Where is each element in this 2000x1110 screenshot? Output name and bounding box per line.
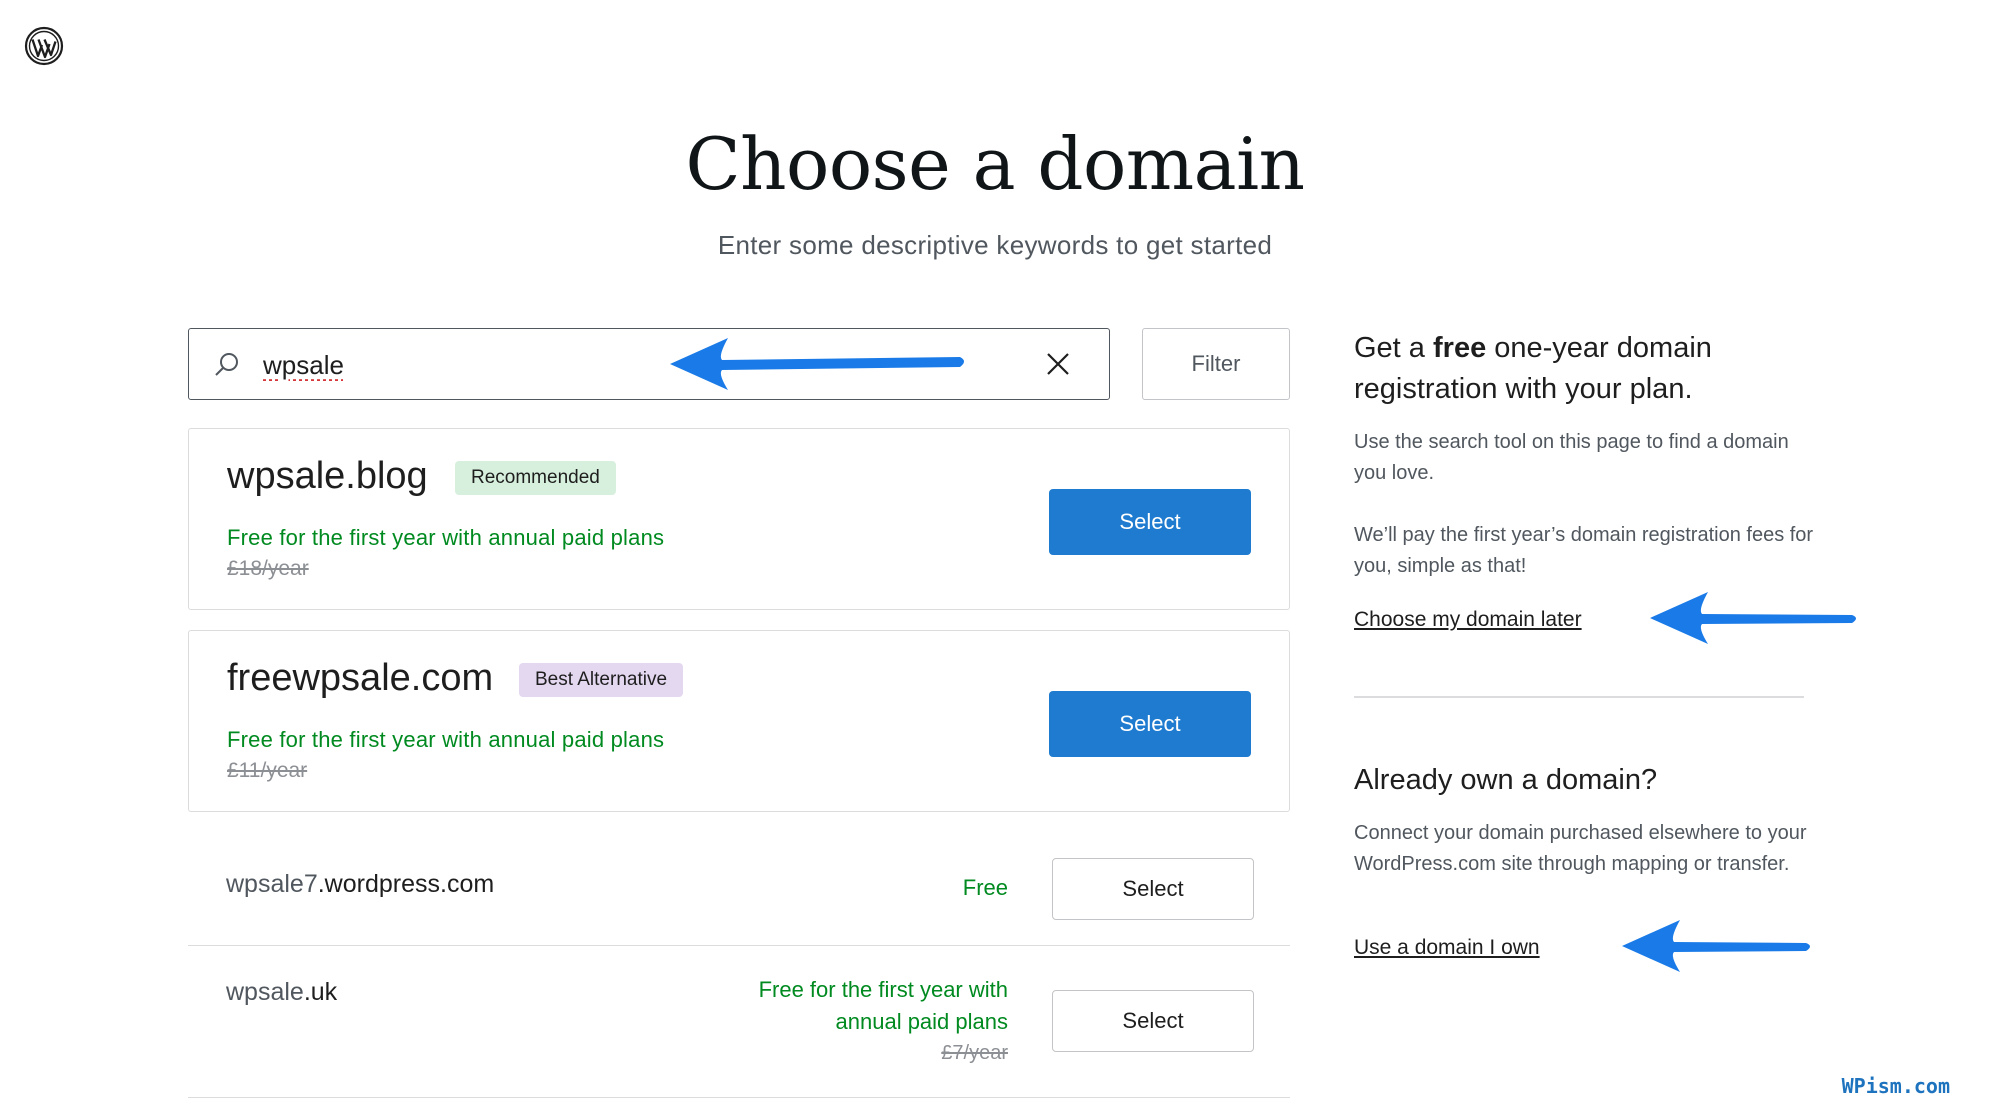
domain-result-row: wpsale.uk Free for the first year with an… — [188, 946, 1290, 1098]
own-domain-heading: Already own a domain? — [1354, 764, 1658, 796]
close-icon[interactable] — [1043, 349, 1073, 379]
best-alternative-badge: Best Alternative — [519, 663, 684, 697]
free-first-year-text: Free for the first year with annual paid… — [227, 525, 665, 550]
free-first-year-text: Free for the first year with annual paid … — [758, 977, 1008, 1034]
choose-domain-later-link[interactable]: Choose my domain later — [1354, 608, 1582, 632]
fees-info-text: We’ll pay the first year’s domain regist… — [1354, 524, 1814, 577]
old-price: £18/year — [227, 557, 309, 580]
select-button[interactable]: Select — [1049, 489, 1251, 555]
connect-domain-text: Connect your domain purchased elsewhere … — [1354, 822, 1807, 875]
sidebar-divider — [1354, 696, 1804, 698]
page-subtitle: Enter some descriptive keywords to get s… — [717, 230, 1273, 260]
domain-search-box[interactable] — [188, 328, 1110, 400]
wordpress-logo-icon[interactable] — [24, 26, 64, 66]
domain-name: wpsale.uk — [226, 978, 338, 1006]
filter-button[interactable]: Filter — [1142, 328, 1290, 400]
free-first-year-text: Free for the first year with annual paid… — [227, 727, 665, 752]
domain-name: wpsale.blog — [227, 455, 428, 497]
page-title: Choose a domain — [685, 122, 1305, 206]
search-icon — [215, 353, 238, 376]
watermark: WPism.com — [1841, 1074, 1950, 1098]
recommended-badge: Recommended — [455, 461, 616, 495]
select-button[interactable]: Select — [1052, 990, 1254, 1052]
domain-name: wpsale7.wordpress.com — [226, 870, 495, 898]
price-free: Free — [962, 875, 1008, 900]
domain-name: freewpsale.com — [227, 657, 494, 699]
old-price: £11/year — [227, 759, 308, 782]
domain-result-card: wpsale.blog Recommended Free for the fir… — [188, 428, 1290, 610]
free-domain-heading: Get a free one-year domain registration … — [1354, 332, 1712, 405]
domain-result-card: freewpsale.com Best Alternative Free for… — [188, 630, 1290, 812]
old-price: £7/year — [941, 1042, 1008, 1064]
arrow-left-icon — [1622, 920, 1810, 972]
search-tip-text: Use the search tool on this page to find… — [1354, 431, 1789, 484]
use-own-domain-link[interactable]: Use a domain I own — [1354, 936, 1540, 960]
domain-result-row: wpsale7.wordpress.com Free Select — [188, 832, 1290, 946]
select-button[interactable]: Select — [1049, 691, 1251, 757]
arrow-left-icon — [670, 338, 964, 390]
select-button[interactable]: Select — [1052, 858, 1254, 920]
arrow-left-icon — [1650, 592, 1856, 644]
